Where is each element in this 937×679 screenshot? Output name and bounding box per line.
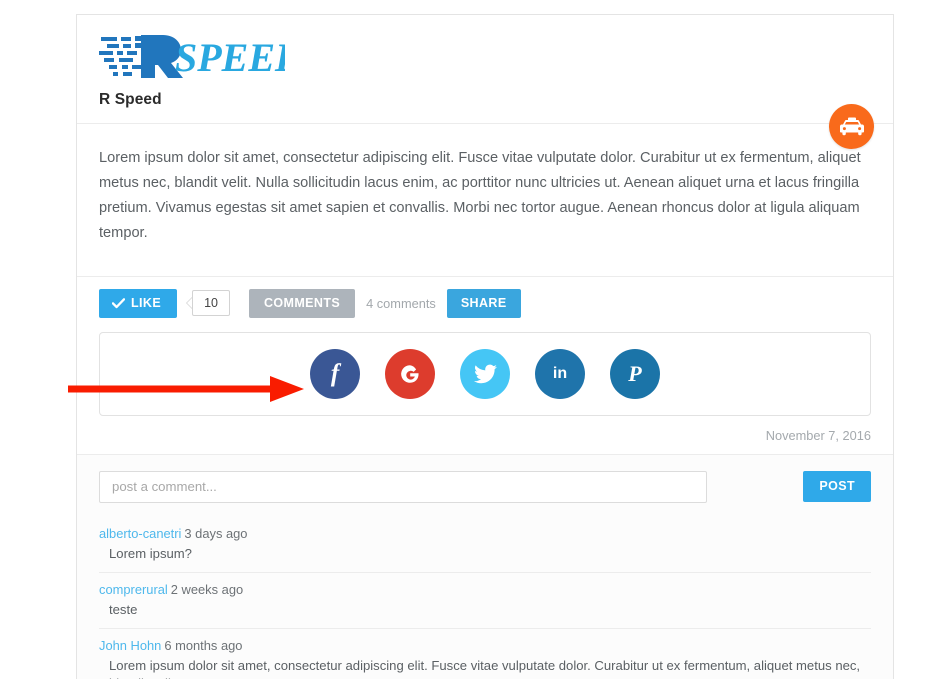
comments-button[interactable]: COMMENTS bbox=[248, 289, 356, 318]
card-header: SPEED R Speed bbox=[77, 15, 893, 149]
post-body-text: Lorem ipsum dolor sit amet, consectetur … bbox=[99, 150, 861, 241]
post-comment-button[interactable]: POST bbox=[803, 471, 871, 502]
comment-text: Lorem ipsum? bbox=[109, 545, 192, 561]
speed-lines-r-logo: SPEED bbox=[99, 35, 285, 79]
list-item: alberto-canetri 3 days ago Lorem ipsum? bbox=[99, 517, 871, 573]
comments-count-text: 4 comments bbox=[366, 295, 436, 311]
action-bar: LIKE 10 COMMENTS 4 comments SHARE bbox=[77, 277, 893, 318]
comment-time: 3 days ago bbox=[184, 525, 248, 541]
share-panel: f in P bbox=[99, 331, 871, 416]
comment-composer: POST bbox=[77, 453, 893, 517]
taxi-car-icon[interactable] bbox=[829, 104, 874, 149]
like-button-label: LIKE bbox=[131, 296, 162, 310]
check-icon bbox=[112, 297, 125, 308]
like-count-badge: 10 bbox=[186, 290, 230, 317]
google-plus-icon[interactable] bbox=[385, 348, 435, 399]
logo-wordmark: SPEED bbox=[175, 35, 285, 79]
facebook-glyph: f bbox=[330, 360, 340, 387]
post-body: Lorem ipsum dolor sit amet, consectetur … bbox=[77, 124, 893, 277]
comment-author[interactable]: comprerural bbox=[99, 582, 168, 597]
comment-input[interactable] bbox=[99, 470, 708, 503]
comment-meta: comprerural 2 weeks ago bbox=[99, 581, 871, 599]
comment-time: 6 months ago bbox=[164, 637, 243, 653]
linkedin-glyph: in bbox=[552, 364, 568, 382]
page-title: R Speed bbox=[99, 91, 162, 108]
comment-text: Lorem ipsum dolor sit amet, consectetur … bbox=[109, 657, 861, 679]
post-card: SPEED R Speed Lorem ipsum dolor sit amet… bbox=[76, 14, 894, 679]
comment-text: teste bbox=[109, 601, 138, 617]
comment-meta: John Hohn 6 months ago bbox=[99, 637, 871, 655]
list-item: comprerural 2 weeks ago teste bbox=[99, 573, 871, 629]
twitter-glyph bbox=[473, 364, 497, 383]
like-button[interactable]: LIKE bbox=[99, 289, 178, 318]
share-button[interactable]: SHARE bbox=[446, 289, 521, 318]
facebook-icon[interactable]: f bbox=[310, 348, 360, 399]
list-item: John Hohn 6 months ago Lorem ipsum dolor … bbox=[99, 629, 871, 679]
comment-time: 2 weeks ago bbox=[170, 581, 244, 597]
google-g-glyph bbox=[401, 364, 419, 383]
comment-author[interactable]: alberto-canetri bbox=[99, 526, 181, 541]
post-date: November 7, 2016 bbox=[765, 427, 871, 443]
taxi-glyph bbox=[839, 117, 864, 135]
pinterest-glyph: P bbox=[628, 360, 642, 386]
comment-author[interactable]: John Hohn bbox=[99, 638, 161, 653]
linkedin-icon[interactable]: in bbox=[535, 348, 585, 399]
pinterest-icon[interactable]: P bbox=[610, 348, 660, 399]
comment-list: alberto-canetri 3 days ago Lorem ipsum? c… bbox=[77, 516, 893, 679]
comment-meta: alberto-canetri 3 days ago bbox=[99, 525, 871, 543]
page-root: SPEED R Speed Lorem ipsum dolor sit amet… bbox=[0, 0, 937, 679]
like-count-value: 10 bbox=[192, 290, 230, 317]
twitter-bird-icon[interactable] bbox=[460, 348, 510, 399]
